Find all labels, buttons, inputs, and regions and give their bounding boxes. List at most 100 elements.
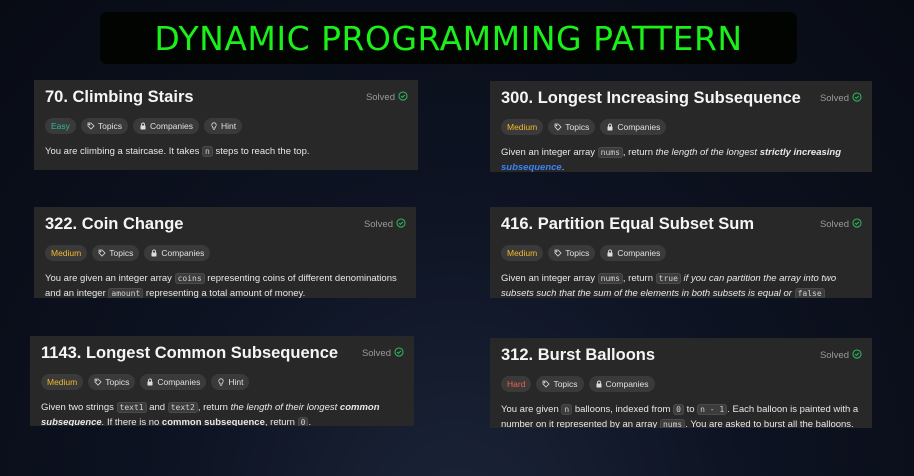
problem-title[interactable]: 70. Climbing Stairs xyxy=(45,88,194,107)
problem-description: Given an integer array nums, return the … xyxy=(501,145,862,172)
problem-title[interactable]: 1143. Longest Common Subsequence xyxy=(41,344,338,363)
inline-code: n xyxy=(561,404,573,415)
tag-icon xyxy=(87,122,95,130)
solved-label: Solved xyxy=(819,350,849,361)
lock-icon xyxy=(146,378,154,386)
tag-companies-button[interactable]: Companies xyxy=(140,374,207,390)
difficulty-badge: Hard xyxy=(501,376,532,392)
description-text: Given an integer array xyxy=(501,273,598,284)
problem-title[interactable]: 312. Burst Balloons xyxy=(501,346,655,365)
difficulty-badge: Medium xyxy=(41,374,84,390)
solved-label: Solved xyxy=(363,219,393,230)
problem-card[interactable]: 322. Coin Change Solved Medium Topics Compan… xyxy=(34,207,416,298)
card-header: 1143. Longest Common Subsequence Solved xyxy=(41,344,404,363)
solved-status: Solved xyxy=(366,91,408,104)
check-circle-icon xyxy=(398,91,408,104)
tag-label: Topics xyxy=(565,248,590,258)
tag-label: Topics xyxy=(109,248,134,258)
inline-code: text1 xyxy=(116,402,147,413)
tag-icon xyxy=(94,378,102,386)
inline-code: amount xyxy=(108,288,144,298)
card-header: 312. Burst Balloons Solved xyxy=(501,346,862,365)
tag-icon xyxy=(554,123,562,131)
tag-topics-button[interactable]: Topics xyxy=(536,376,584,392)
description-text: , return xyxy=(622,273,656,284)
tag-label: Topics xyxy=(97,121,122,131)
lock-icon xyxy=(606,123,614,131)
solved-label: Solved xyxy=(819,219,849,230)
description-text: representing a total amount of money. xyxy=(143,288,306,298)
tag-row: Medium Topics Companies xyxy=(45,245,406,261)
description-text: common subsequence xyxy=(161,417,265,426)
solved-label: Solved xyxy=(365,92,395,103)
inline-code: nums xyxy=(597,147,623,158)
tag-row: Medium Topics Companies Hint xyxy=(41,374,404,390)
tag-row: Hard Topics Companies xyxy=(501,376,862,392)
tag-companies-button[interactable]: Companies xyxy=(144,245,211,261)
description-text: , return xyxy=(622,147,656,158)
description-text: You are given xyxy=(501,404,562,415)
description-text: If there is no xyxy=(104,417,162,426)
problem-card[interactable]: 312. Burst Balloons Solved Hard Topics Compa… xyxy=(490,338,872,428)
description-text: . xyxy=(308,417,312,426)
tag-label: Companies xyxy=(617,122,661,132)
description-link[interactable]: subsequence xyxy=(501,162,562,172)
description-text: You are given an integer array xyxy=(45,273,175,284)
problem-title[interactable]: 300. Longest Increasing Subsequence xyxy=(501,89,801,108)
description-text: . xyxy=(561,162,565,172)
tag-label: Hint xyxy=(228,377,244,387)
description-text: steps to reach the top. xyxy=(212,146,310,157)
inline-code: 0 xyxy=(673,404,684,415)
description-text: You are climbing a staircase. It takes xyxy=(45,146,203,157)
tag-companies-button[interactable]: Companies xyxy=(588,376,655,392)
problem-card[interactable]: 1143. Longest Common Subsequence Solved Me… xyxy=(30,336,414,426)
description-text: balloons, indexed from xyxy=(572,404,674,415)
description-text: and xyxy=(146,402,168,413)
check-circle-icon xyxy=(852,349,862,362)
problem-title[interactable]: 416. Partition Equal Subset Sum xyxy=(501,215,754,234)
problem-card[interactable]: 70. Climbing Stairs Solved Easy Topics Compa… xyxy=(34,80,418,170)
tag-hint-button[interactable]: Hint xyxy=(204,118,243,134)
check-circle-icon xyxy=(396,218,406,231)
tag-companies-button[interactable]: Companies xyxy=(133,118,199,134)
description-text: . You are asked to burst all the balloon… xyxy=(685,419,854,428)
lock-icon xyxy=(606,249,614,257)
difficulty-badge: Easy xyxy=(45,118,76,134)
tag-label: Companies xyxy=(617,248,661,258)
solved-status: Solved xyxy=(362,347,404,360)
tag-label: Topics xyxy=(105,377,130,387)
check-circle-icon xyxy=(852,92,862,105)
description-text: strictly increasing xyxy=(759,147,842,158)
lightbulb-icon xyxy=(210,122,218,130)
problem-description: You are given an integer array coins rep… xyxy=(45,271,406,298)
tag-topics-button[interactable]: Topics xyxy=(80,118,128,134)
inline-code: false xyxy=(794,288,825,298)
problem-card[interactable]: 416. Partition Equal Subset Sum Solved Med… xyxy=(490,207,872,298)
tag-topics-button[interactable]: Topics xyxy=(92,245,140,261)
description-text: Given an integer array xyxy=(501,147,598,158)
tag-row: Medium Topics Companies xyxy=(501,119,862,135)
difficulty-badge: Medium xyxy=(501,119,544,135)
problem-description: Given two strings text1 and text2, retur… xyxy=(41,400,404,426)
inline-code: text2 xyxy=(167,402,198,413)
tag-label: Companies xyxy=(157,377,201,387)
tag-topics-button[interactable]: Topics xyxy=(548,119,596,135)
tag-label: Companies xyxy=(150,121,193,131)
solved-status: Solved xyxy=(820,92,862,105)
description-text: Given two strings xyxy=(41,402,117,413)
tag-topics-button[interactable]: Topics xyxy=(548,245,596,261)
tag-topics-button[interactable]: Topics xyxy=(88,374,136,390)
tag-companies-button[interactable]: Companies xyxy=(600,245,667,261)
tag-hint-button[interactable]: Hint xyxy=(211,374,250,390)
problem-description: You are climbing a staircase. It takes n… xyxy=(45,144,408,159)
inline-code: nums xyxy=(659,419,686,428)
problem-card[interactable]: 300. Longest Increasing Subsequence Solve… xyxy=(490,81,872,172)
tag-label: Hint xyxy=(221,121,237,131)
card-header: 70. Climbing Stairs Solved xyxy=(45,88,408,107)
tag-companies-button[interactable]: Companies xyxy=(600,119,667,135)
problem-title[interactable]: 322. Coin Change xyxy=(45,215,183,234)
inline-code: coins xyxy=(174,273,205,284)
solved-label: Solved xyxy=(819,93,849,104)
lock-icon xyxy=(150,249,158,257)
tag-icon xyxy=(98,249,106,257)
